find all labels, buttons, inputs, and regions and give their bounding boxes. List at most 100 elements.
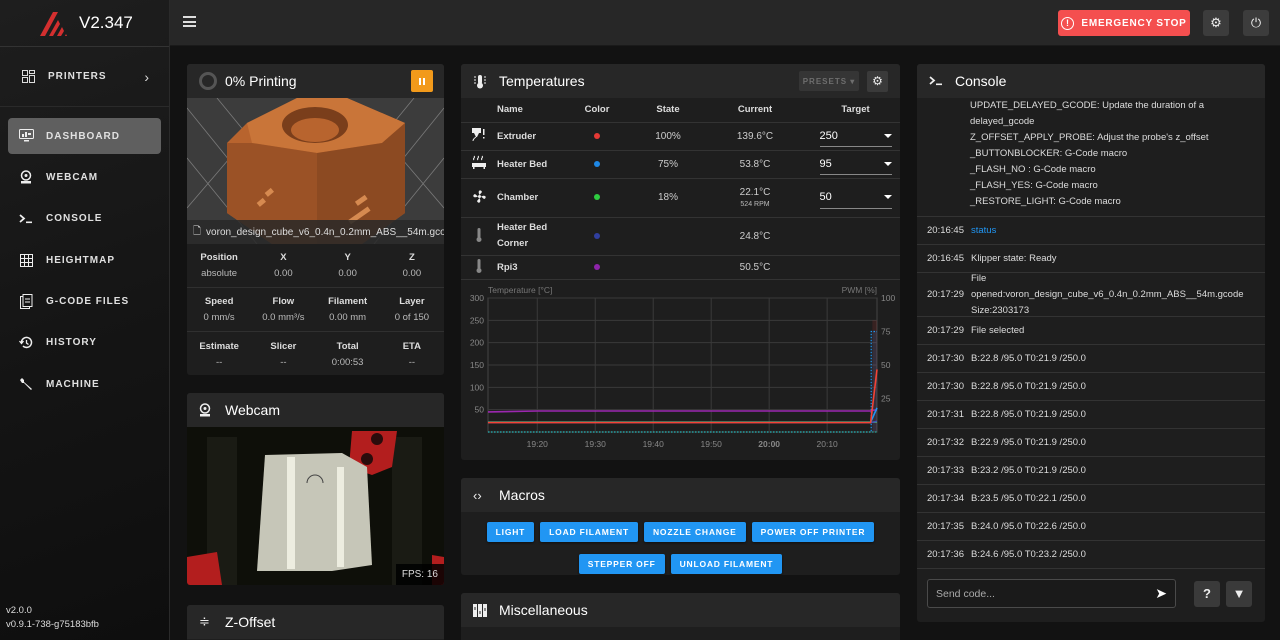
settings-button[interactable]: ⚙: [1203, 10, 1229, 36]
macros-header[interactable]: ‹› Macros: [461, 478, 900, 512]
macro-button-light[interactable]: LIGHT: [486, 522, 535, 542]
printers-icon: [20, 69, 36, 85]
heater-name-cell[interactable]: Chamber: [497, 178, 557, 218]
console-header[interactable]: Console: [917, 64, 1265, 98]
sliders-icon: [473, 603, 491, 617]
temperature-chart[interactable]: 50 100 150 200 250 300 25 50 75 100 19:20 19:30 19:4…: [461, 280, 900, 455]
color-cell[interactable]: [557, 178, 637, 218]
pwm-series-line: [488, 330, 877, 433]
stat-label: Flow: [272, 296, 295, 307]
heater-name: Chamber: [497, 192, 539, 203]
console-timestamp: 20:17:32: [927, 437, 964, 448]
macro-button-nozzle-change[interactable]: NOZZLE CHANGE: [643, 522, 746, 542]
current-cell: 53.8°C: [699, 150, 811, 179]
target-temperature-select[interactable]: 250: [819, 125, 892, 147]
webcam-header[interactable]: Webcam: [187, 393, 444, 427]
sidebar-item-history[interactable]: HISTORY: [8, 325, 161, 361]
console-log[interactable]: UPDATE_DELAYED_GCODE: Update the duratio…: [917, 98, 1265, 573]
target-temperature-select[interactable]: 95: [819, 153, 892, 175]
console-timestamp: 20:16:45: [927, 225, 964, 236]
server-version: v0.9.1-738-g75183bfb: [6, 619, 99, 630]
stat-y: Y 0.00: [316, 252, 380, 279]
col-name: Name: [497, 98, 557, 123]
cogs-icon: ⚙: [1210, 15, 1222, 30]
temperature-settings-button[interactable]: ⚙: [867, 70, 888, 92]
zoffset-header[interactable]: ≑ Z-Offset: [187, 605, 444, 639]
stat-value: --: [408, 356, 416, 368]
color-cell[interactable]: [557, 150, 637, 179]
y-tick-label: 200: [470, 337, 484, 347]
temperature-series-line: [488, 368, 878, 423]
console-entry: 20:17:33 B:23.2 /95.0 T0:21.9 /250.0: [917, 457, 1265, 485]
stat-estimate: Estimate --: [187, 341, 251, 368]
target-cell: 50: [811, 178, 900, 218]
stat-value: 0.00: [338, 268, 357, 279]
stat-label: Filament: [328, 296, 368, 307]
sidebar-item-webcam[interactable]: WEBCAM: [8, 159, 161, 195]
temperatures-title: Temperatures: [499, 73, 585, 89]
nav-label: DASHBOARD: [46, 130, 120, 142]
macro-button-power-off-printer[interactable]: POWER OFF PRINTER: [751, 522, 875, 542]
filter-button[interactable]: ▼: [1226, 580, 1252, 607]
logo-row[interactable]: V2.347: [0, 0, 169, 47]
sidebar-item-heightmap[interactable]: HEIGHTMAP: [8, 242, 161, 278]
current-cell: 50.5°C: [699, 255, 811, 280]
webcam-panel: Webcam FPS: 16: [187, 393, 444, 585]
macro-button-unload-filament[interactable]: UNLOAD FILAMENT: [670, 554, 783, 574]
gcode-input[interactable]: [936, 587, 1156, 600]
console-help-line: _FLASH_NO : G-Code macro: [970, 164, 1096, 175]
caret-down-icon: [883, 133, 892, 138]
series-color-dot[interactable]: [594, 160, 600, 167]
console-entry: 20:17:29 File selected: [917, 317, 1265, 345]
sidebar-item-machine[interactable]: MACHINE: [8, 366, 161, 402]
console-command-link[interactable]: status: [971, 223, 996, 239]
power-button[interactable]: ⏻: [1243, 10, 1269, 36]
console-timestamp: 20:17:33: [927, 465, 964, 476]
target-value: 50: [819, 191, 832, 203]
presets-button[interactable]: PRESETS ▾: [799, 71, 859, 91]
sidebar-item-gcode-files[interactable]: G-CODE FILES: [8, 284, 161, 320]
emergency-stop-label: EMERGENCY STOP: [1081, 17, 1187, 29]
console-message: Klipper state: Ready: [971, 252, 1057, 264]
console-title: Console: [955, 73, 1007, 89]
color-cell[interactable]: [557, 255, 637, 280]
stat-label: Z: [408, 252, 415, 263]
target-cell: 250: [811, 122, 900, 151]
target-temperature-select[interactable]: 50: [819, 187, 892, 209]
series-color-dot[interactable]: [594, 132, 600, 139]
sidebar-item-dashboard[interactable]: DASHBOARD: [8, 118, 161, 154]
sidebar-item-console[interactable]: CONSOLE: [8, 201, 161, 237]
console-timestamp: 20:17:29: [927, 325, 964, 336]
console-message: B:23.5 /95.0 T0:22.1 /250.0: [971, 492, 1086, 504]
menu-toggle-icon[interactable]: [183, 16, 196, 27]
y2-tick-label: 25: [881, 393, 891, 403]
send-icon[interactable]: ➤: [1155, 585, 1167, 602]
emergency-stop-button[interactable]: ! EMERGENCY STOP: [1058, 10, 1190, 36]
console-message: B:22.8 /95.0 T0:21.9 /250.0: [971, 352, 1086, 364]
color-cell[interactable]: [557, 122, 637, 151]
series-color-dot[interactable]: [594, 263, 600, 270]
current-temperature: 24.8°C: [739, 230, 771, 242]
help-button[interactable]: ?: [1194, 580, 1220, 607]
printers-menu[interactable]: PRINTERS ›: [0, 47, 169, 107]
heater-name-cell[interactable]: Heater Bed Corner: [497, 217, 557, 256]
heater-name-cell[interactable]: Heater Bed: [497, 150, 557, 179]
stat-layer: Layer 0 of 150: [380, 296, 444, 323]
temperature-row: Rpi3 50.5°C: [461, 255, 900, 280]
printers-label: PRINTERS: [48, 71, 107, 82]
macro-button-load-filament[interactable]: LOAD FILAMENT: [540, 522, 638, 542]
pause-button[interactable]: [411, 70, 433, 92]
series-color-dot[interactable]: [594, 232, 600, 239]
console-timestamp: 20:17:35: [927, 521, 964, 532]
console-timestamp: 20:17:30: [927, 381, 964, 392]
filename-bar[interactable]: 🗋 voron_design_cube_v6_0.4n_0.2mm_ABS__5…: [187, 220, 444, 244]
voron-logo-icon: [40, 12, 67, 36]
heater-name-cell[interactable]: Rpi3: [497, 255, 557, 280]
color-cell[interactable]: [557, 217, 637, 256]
misc-header[interactable]: Miscellaneous: [461, 593, 900, 627]
heater-name-cell[interactable]: Extruder: [497, 122, 557, 151]
top-bar: ! EMERGENCY STOP ⚙ ⏻: [170, 0, 1280, 46]
macro-button-stepper-off[interactable]: STEPPER OFF: [578, 554, 665, 574]
console-help-line: _FLASH_YES: G-Code macro: [970, 180, 1098, 191]
series-color-dot[interactable]: [594, 194, 600, 200]
